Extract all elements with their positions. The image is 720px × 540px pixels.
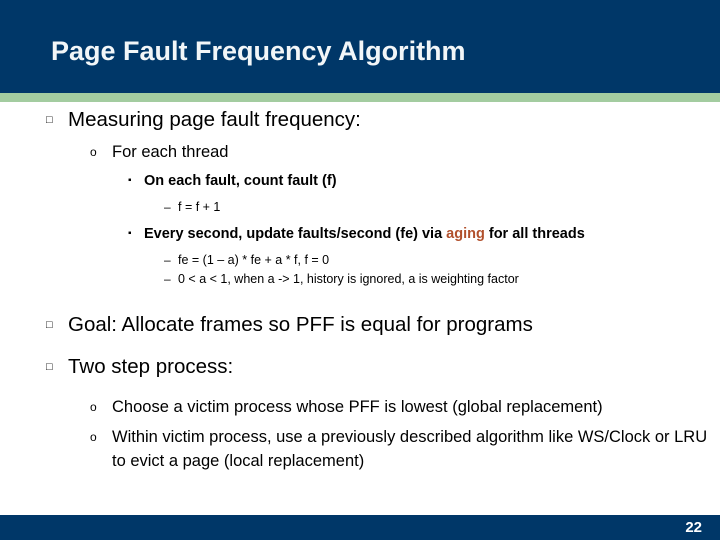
bullet-within-victim-process: o Within victim process, use a previousl…: [0, 425, 720, 473]
bullet-text: fe = (1 – a) * fe + a * f, f = 0: [178, 253, 330, 267]
slide: Page Fault Frequency Algorithm □ Measuri…: [0, 0, 720, 540]
bullet-measuring-page-fault-frequency: □ Measuring page fault frequency:: [0, 106, 720, 134]
bullet-goal: □ Goal: Allocate frames so PFF is equal …: [0, 311, 720, 339]
circle-bullet-icon: o: [90, 400, 97, 414]
accent-divider-band: [0, 93, 720, 102]
circle-bullet-icon: o: [90, 145, 97, 159]
page-title: Page Fault Frequency Algorithm: [51, 36, 466, 66]
bullet-a-range: – 0 < a < 1, when a -> 1, history is ign…: [0, 270, 720, 289]
bullet-text: Measuring page fault frequency:: [68, 108, 361, 131]
footer-banner: [0, 515, 720, 540]
bullet-f-equals-f-plus-1: – f = f + 1: [0, 198, 720, 217]
bullet-choose-victim-process: o Choose a victim process whose PFF is l…: [0, 395, 720, 419]
square-bullet-icon: □: [46, 319, 53, 331]
filled-square-bullet-icon: ▪: [128, 175, 132, 186]
bullet-text: f = f + 1: [178, 200, 221, 214]
bullet-fe-formula: – fe = (1 – a) * fe + a * f, f = 0: [0, 251, 720, 270]
square-bullet-icon: □: [46, 361, 53, 373]
bullet-text: 0 < a < 1, when a -> 1, history is ignor…: [178, 272, 519, 286]
bullet-text: Within victim process, use a previously …: [112, 428, 708, 470]
bullet-two-step-process: □ Two step process:: [0, 353, 720, 381]
bullet-text-before: Every second, update faults/second (fe) …: [144, 226, 447, 242]
bullet-text: Every second, update faults/second (fe) …: [144, 223, 720, 245]
dash-bullet-icon: –: [164, 253, 171, 267]
slide-body: □ Measuring page fault frequency: o For …: [0, 106, 720, 473]
bullet-on-each-fault: ▪ On each fault, count fault (f): [0, 170, 720, 192]
highlighted-term-aging: aging: [446, 226, 485, 242]
bullet-text: On each fault, count fault (f): [144, 173, 337, 189]
bullet-text: Two step process:: [68, 355, 234, 378]
dash-bullet-icon: –: [164, 272, 171, 286]
bullet-text-after: for all threads: [484, 226, 585, 242]
dash-bullet-icon: –: [164, 200, 171, 214]
bullet-text: Goal: Allocate frames so PFF is equal fo…: [68, 313, 533, 336]
bullet-text: Choose a victim process whose PFF is low…: [112, 398, 603, 416]
bullet-every-second-update: ▪ Every second, update faults/second (fe…: [0, 223, 720, 245]
filled-square-bullet-icon: ▪: [128, 228, 132, 239]
page-number: 22: [685, 519, 702, 536]
bullet-for-each-thread: o For each thread: [0, 140, 720, 164]
circle-bullet-icon: o: [90, 430, 97, 444]
bullet-text: For each thread: [112, 143, 229, 161]
square-bullet-icon: □: [46, 114, 53, 126]
